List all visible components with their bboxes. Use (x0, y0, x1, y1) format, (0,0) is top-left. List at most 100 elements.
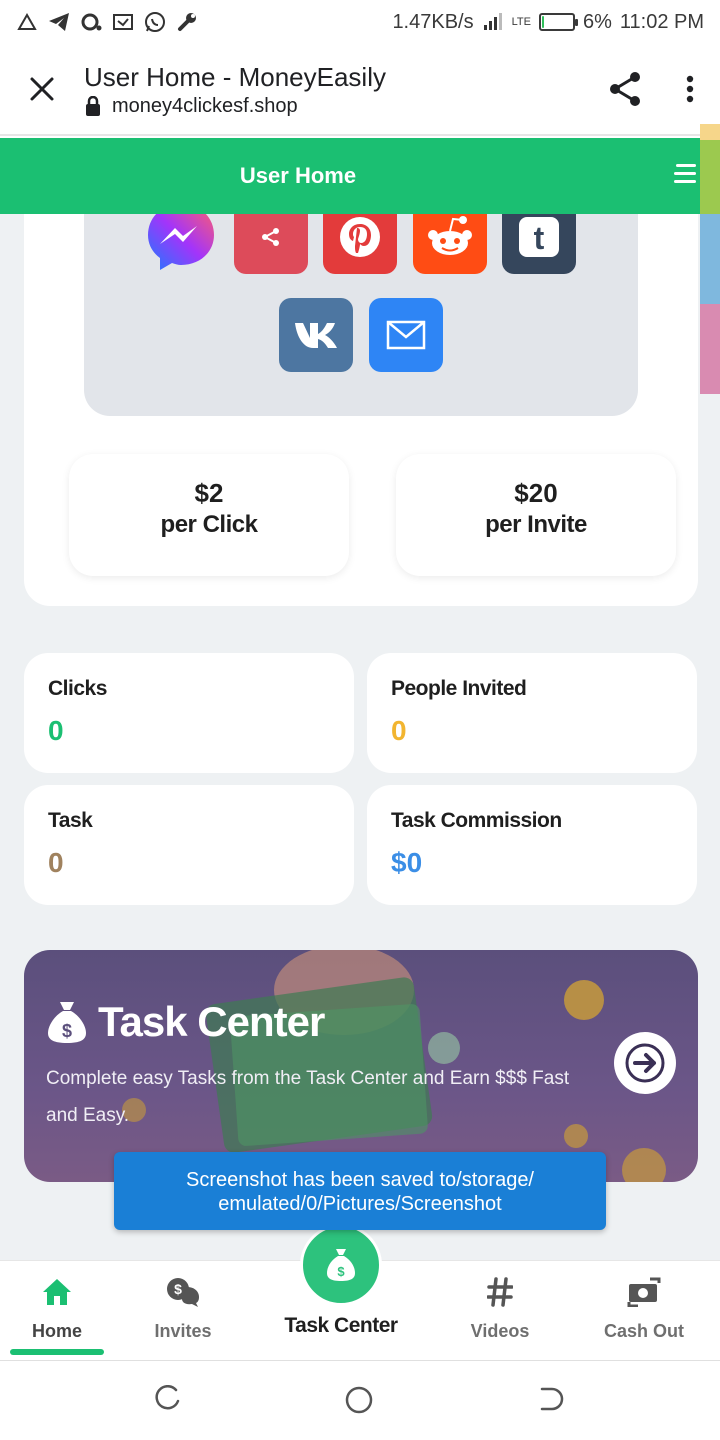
url-text: money4clickesf.shop (112, 94, 298, 117)
url-block[interactable]: User Home - MoneyEasily money4clickesf.s… (84, 61, 590, 118)
task-center-banner[interactable]: $ Task Center Complete easy Tasks from t… (24, 950, 698, 1182)
nav-label: Videos (470, 1321, 530, 1341)
close-tab-button[interactable] (0, 43, 84, 135)
app-header: User Home (0, 138, 700, 214)
email-icon (386, 320, 426, 350)
back-button[interactable] (536, 1385, 566, 1415)
vk-button[interactable] (279, 298, 353, 372)
money-bag-icon: $ (48, 1002, 86, 1043)
messenger-icon (148, 214, 214, 270)
recent-apps-icon (155, 1385, 180, 1410)
wrench-icon (176, 11, 198, 33)
battery-icon (538, 13, 578, 31)
nav-item-invites[interactable]: $ Invites (126, 1261, 240, 1361)
metric-label: Clicks (48, 677, 107, 700)
telegram-icon (48, 11, 70, 33)
notification-icon (80, 11, 102, 33)
money-bag-icon: $ (327, 1249, 355, 1281)
svg-text:$: $ (62, 1021, 72, 1041)
svg-text:$: $ (174, 1281, 182, 1297)
nav-label: Cash Out (603, 1321, 684, 1341)
home-icon (43, 1279, 71, 1305)
task-center-fab-button[interactable]: $ (300, 1224, 382, 1306)
rate-card-invite: $20 per Invite (396, 454, 676, 576)
lock-icon (84, 95, 102, 116)
rate-amount: $2 (194, 478, 224, 508)
hamburger-menu-icon[interactable] (674, 164, 696, 184)
task-center-description: Complete easy Tasks from the Task Center… (46, 1068, 570, 1126)
toast-line-1: Screenshot has been saved to/storage/ (185, 1169, 534, 1191)
network-type: LTE (511, 16, 531, 28)
cash-exchange-icon (627, 1277, 661, 1307)
rate-card-click: $2 per Click (69, 454, 349, 576)
app-header-title: User Home (239, 163, 357, 188)
nav-item-cash-out[interactable]: Cash Out (584, 1261, 704, 1361)
task-center-arrow-button[interactable] (614, 1032, 676, 1094)
toast-line-2: emulated/0/Pictures/Screenshot (218, 1193, 502, 1215)
rate-label: per Invite (485, 511, 587, 538)
arrow-right-icon (625, 1043, 665, 1083)
battery-percent: 6% (582, 10, 612, 33)
vk-icon (295, 323, 337, 348)
svg-text:t: t (534, 220, 545, 256)
screenshot-toast: Screenshot has been saved to/storage/ em… (114, 1152, 606, 1230)
pinterest-icon (340, 217, 380, 257)
browser-toolbar: User Home - MoneyEasily money4clickesf.s… (0, 44, 720, 136)
clock: 11:02 PM (619, 10, 704, 33)
metric-value: $0 (391, 847, 423, 878)
metric-value: 0 (391, 715, 407, 746)
browser-share-button[interactable] (590, 43, 660, 135)
edge-color-strip (700, 124, 720, 394)
status-right: 1.47KB/s LTE 6% 11:02 PM (392, 11, 704, 34)
nav-label: Home (31, 1321, 82, 1341)
main-content: t $2 per Click $20 per Invite Clicks 0 P… (0, 214, 720, 1260)
task-center-title: Task Center (98, 998, 325, 1045)
share-icon (262, 228, 279, 246)
recent-apps-button[interactable] (154, 1385, 184, 1415)
messenger-button[interactable] (144, 214, 218, 274)
task-center-heading: $ Task Center (46, 998, 325, 1046)
share-card: t $2 per Click $20 per Invite (24, 214, 698, 606)
metric-card-clicks: Clicks 0 (24, 653, 354, 773)
share-icon (610, 72, 640, 106)
svg-text:$: $ (337, 1264, 345, 1279)
home-system-button[interactable] (344, 1385, 374, 1415)
browser-menu-button[interactable] (660, 43, 720, 135)
metric-value: 0 (48, 715, 64, 746)
back-icon (540, 1387, 564, 1411)
metric-label: Task (48, 809, 93, 832)
system-nav-bar (0, 1360, 720, 1440)
network-speed: 1.47KB/s (392, 10, 474, 33)
page-title: User Home - MoneyEasily (84, 61, 386, 92)
active-tab-indicator (10, 1349, 104, 1355)
pinterest-button[interactable] (323, 214, 397, 274)
whatsapp-icon (144, 11, 166, 33)
hashtag-icon (487, 1277, 513, 1307)
reddit-icon (428, 216, 472, 255)
nav-label-task-center[interactable]: Task Center (270, 1314, 412, 1338)
signal-icon (482, 11, 504, 33)
status-left-icons (16, 11, 198, 33)
share-button[interactable] (234, 214, 308, 274)
metric-value: 0 (48, 847, 64, 878)
nav-item-videos[interactable]: Videos (440, 1261, 560, 1361)
metric-label: Task Commission (391, 809, 562, 832)
tumblr-icon: t (519, 217, 559, 257)
metric-label: People Invited (391, 677, 527, 700)
reddit-button[interactable] (413, 214, 487, 274)
share-icons-panel: t (84, 214, 638, 416)
home-circle-icon (345, 1386, 373, 1414)
more-vertical-icon (686, 75, 694, 103)
cast-icon (112, 11, 134, 33)
close-icon (30, 77, 54, 101)
tumblr-button[interactable]: t (502, 214, 576, 274)
rate-amount: $20 (514, 478, 558, 508)
metric-card-people-invited: People Invited 0 (367, 653, 697, 773)
rate-label: per Click (160, 511, 258, 538)
status-bar: 1.47KB/s LTE 6% 11:02 PM (0, 0, 720, 44)
nav-item-home[interactable]: Home (0, 1261, 114, 1361)
email-button[interactable] (369, 298, 443, 372)
metric-card-task-commission: Task Commission $0 (367, 785, 697, 905)
metric-card-task: Task 0 (24, 785, 354, 905)
alert-triangle-icon (16, 11, 38, 33)
